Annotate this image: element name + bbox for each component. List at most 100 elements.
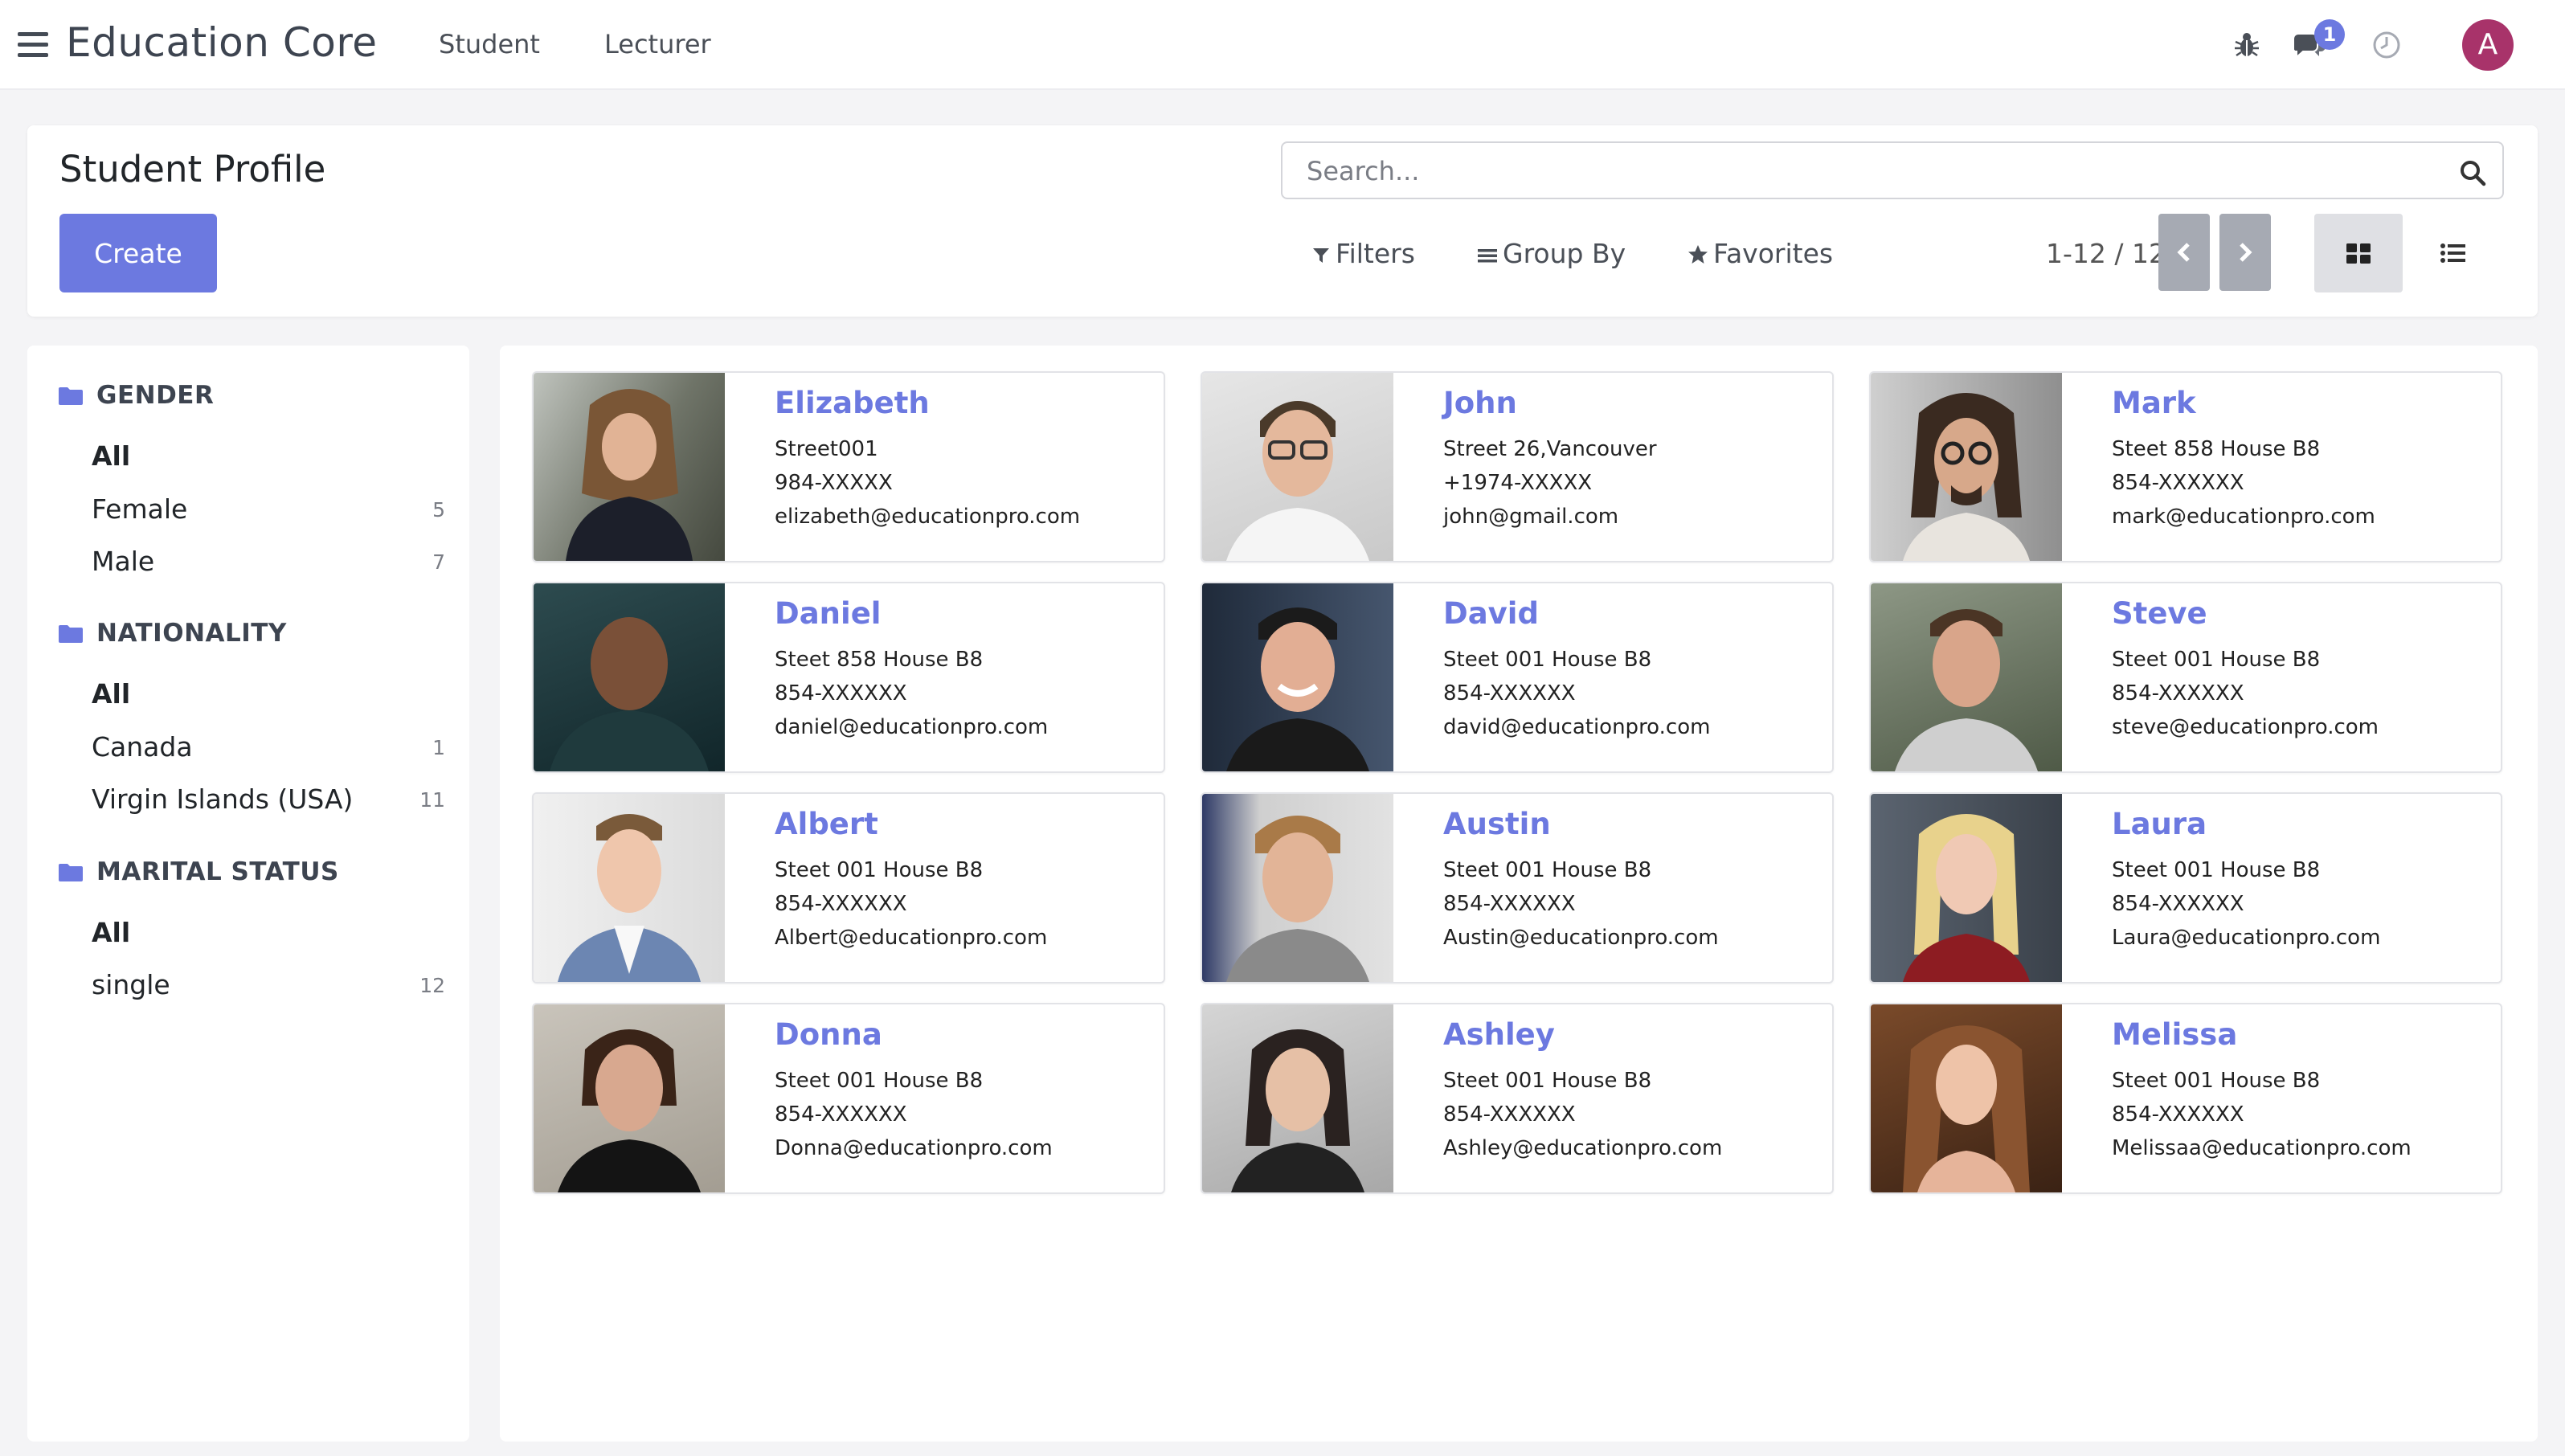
facet-marital-single[interactable]: single 12 xyxy=(92,963,445,1003)
student-email: steve@educationpro.com xyxy=(2112,715,2379,739)
favorites-label: Favorites xyxy=(1713,238,1834,269)
student-phone: 854-XXXXXX xyxy=(1443,681,1576,706)
student-photo xyxy=(1871,794,2062,982)
favorites-button[interactable]: Favorites xyxy=(1688,238,1833,269)
facet-gender-female[interactable]: Female 5 xyxy=(92,487,445,527)
student-photo xyxy=(534,1004,725,1192)
student-photo xyxy=(1871,583,2062,771)
grid-icon xyxy=(2346,243,2371,264)
student-street: Steet 001 House B8 xyxy=(2112,1069,2321,1093)
student-street: Steet 001 House B8 xyxy=(1443,858,1652,882)
create-button[interactable]: Create xyxy=(59,214,217,292)
avatar[interactable]: A xyxy=(2462,19,2514,71)
bars-icon xyxy=(1478,249,1497,263)
student-email: Donna@educationpro.com xyxy=(775,1136,1053,1160)
student-email: elizabeth@educationpro.com xyxy=(775,505,1081,529)
kanban-view-button[interactable] xyxy=(2314,214,2403,292)
pager-value[interactable]: 1-12 / 12 xyxy=(2046,238,2166,269)
student-card[interactable]: Albert Steet 001 House B8 854-XXXXXX Alb… xyxy=(532,792,1165,984)
nav-lecturer[interactable]: Lecturer xyxy=(604,29,711,59)
student-card[interactable]: Mark Steet 858 House B8 854-XXXXXX mark@… xyxy=(1869,371,2502,562)
student-email: Albert@educationpro.com xyxy=(775,926,1048,950)
filter-icon xyxy=(1313,248,1329,263)
facet-marital-all[interactable]: All xyxy=(92,910,445,951)
facet-nationality-all[interactable]: All xyxy=(92,672,445,712)
student-street: Steet 001 House B8 xyxy=(1443,1069,1652,1093)
chevron-left-icon xyxy=(2177,243,2190,262)
student-photo xyxy=(1871,1004,2062,1192)
student-card[interactable]: John Street 26,Vancouver +1974-XXXXX joh… xyxy=(1201,371,1834,562)
student-card[interactable]: Steve Steet 001 House B8 854-XXXXXX stev… xyxy=(1869,582,2502,773)
student-street: Steet 001 House B8 xyxy=(775,858,984,882)
facet-gender-male[interactable]: Male 7 xyxy=(92,539,445,579)
student-street: Steet 001 House B8 xyxy=(2112,648,2321,672)
student-card[interactable]: Donna Steet 001 House B8 854-XXXXXX Donn… xyxy=(532,1003,1165,1194)
student-email: Laura@educationpro.com xyxy=(2112,926,2381,950)
section-gender: GENDER xyxy=(58,381,214,410)
student-phone: 854-XXXXXX xyxy=(1443,892,1576,916)
facet-gender-all[interactable]: All xyxy=(92,434,445,474)
student-email: mark@educationpro.com xyxy=(2112,505,2375,529)
list-view-button[interactable] xyxy=(2409,214,2498,292)
student-card[interactable]: Austin Steet 001 House B8 854-XXXXXX Aus… xyxy=(1201,792,1834,984)
list-icon xyxy=(2440,243,2465,263)
app-title: Education Core xyxy=(66,19,378,66)
filters-button[interactable]: Filters xyxy=(1311,238,1415,269)
student-card[interactable]: Ashley Steet 001 House B8 854-XXXXXX Ash… xyxy=(1201,1003,1834,1194)
control-panel: Student Profile Create Filters Group By … xyxy=(27,125,2538,317)
messages-badge: 1 xyxy=(2314,19,2345,50)
student-card[interactable]: Daniel Steet 858 House B8 854-XXXXXX dan… xyxy=(532,582,1165,773)
search-icon[interactable] xyxy=(2459,159,2486,186)
student-street: Steet 001 House B8 xyxy=(1443,648,1652,672)
student-phone: 854-XXXXXX xyxy=(1443,1102,1576,1127)
student-card[interactable]: David Steet 001 House B8 854-XXXXXX davi… xyxy=(1201,582,1834,773)
student-card[interactable]: Elizabeth Street001 984-XXXXX elizabeth@… xyxy=(532,371,1165,562)
student-phone: 854-XXXXXX xyxy=(2112,681,2244,706)
student-email: Melissaa@educationpro.com xyxy=(2112,1136,2412,1160)
student-name: Ashley xyxy=(1443,1017,1555,1052)
nav-student[interactable]: Student xyxy=(439,29,540,59)
clock-icon[interactable] xyxy=(2369,27,2404,63)
filters-label: Filters xyxy=(1336,238,1415,269)
top-navbar: Education Core Student Lecturer 1 A xyxy=(0,0,2565,90)
student-name: Melissa xyxy=(2112,1017,2238,1052)
student-street: Steet 001 House B8 xyxy=(775,1069,984,1093)
student-photo xyxy=(534,794,725,982)
student-name: John xyxy=(1443,386,1517,420)
student-photo xyxy=(1871,373,2062,561)
facet-nationality-canada[interactable]: Canada 1 xyxy=(92,725,445,765)
section-nationality: NATIONALITY xyxy=(58,619,287,648)
folder-icon xyxy=(59,387,83,405)
menu-icon[interactable] xyxy=(18,32,48,58)
student-street: Steet 858 House B8 xyxy=(2112,437,2321,461)
student-name: David xyxy=(1443,596,1539,631)
pager-next-button[interactable] xyxy=(2219,214,2271,291)
student-street: Steet 858 House B8 xyxy=(775,648,984,672)
student-name: Steve xyxy=(2112,596,2207,631)
groupby-label: Group By xyxy=(1503,238,1626,269)
student-phone: +1974-XXXXX xyxy=(1443,471,1593,495)
student-name: Laura xyxy=(2112,807,2207,841)
facet-nationality-virgin-islands[interactable]: Virgin Islands (USA) 11 xyxy=(92,777,445,817)
star-icon xyxy=(1688,245,1708,264)
folder-icon xyxy=(59,864,83,881)
student-street: Steet 001 House B8 xyxy=(2112,858,2321,882)
student-email: john@gmail.com xyxy=(1443,505,1619,529)
groupby-button[interactable]: Group By xyxy=(1477,238,1626,269)
student-photo xyxy=(1202,1004,1393,1192)
search-input[interactable] xyxy=(1305,153,2433,190)
student-email: daniel@educationpro.com xyxy=(775,715,1049,739)
student-card[interactable]: Melissa Steet 001 House B8 854-XXXXXX Me… xyxy=(1869,1003,2502,1194)
search-panel-sidebar: GENDER All Female 5 Male 7 NATIONALITY All… xyxy=(27,346,469,1442)
kanban-view: Elizabeth Street001 984-XXXXX elizabeth@… xyxy=(500,346,2538,1442)
pager-previous-button[interactable] xyxy=(2158,214,2210,291)
student-email: Austin@educationpro.com xyxy=(1443,926,1719,950)
student-phone: 984-XXXXX xyxy=(775,471,893,495)
chevron-right-icon xyxy=(2240,243,2252,262)
student-street: Street 26,Vancouver xyxy=(1443,437,1657,461)
folder-icon xyxy=(59,625,83,643)
student-name: Austin xyxy=(1443,807,1551,841)
student-card[interactable]: Laura Steet 001 House B8 854-XXXXXX Laur… xyxy=(1869,792,2502,984)
student-phone: 854-XXXXXX xyxy=(2112,471,2244,495)
bug-icon[interactable] xyxy=(2229,27,2264,63)
